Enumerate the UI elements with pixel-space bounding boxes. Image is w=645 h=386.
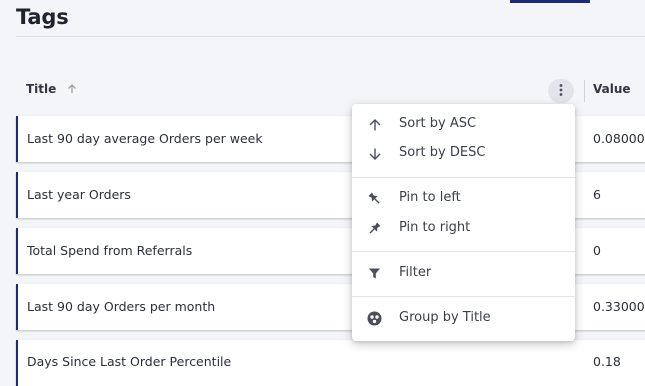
menu-divider bbox=[352, 296, 575, 297]
row-title: Last 90 day Orders per month bbox=[27, 299, 216, 314]
row-value: 0 bbox=[593, 243, 601, 258]
more-vertical-icon bbox=[559, 82, 563, 101]
menu-item-label: Pin to left bbox=[399, 190, 461, 205]
group-icon bbox=[366, 310, 383, 327]
active-tab-indicator bbox=[510, 0, 590, 3]
menu-item-filter[interactable]: Filter bbox=[352, 259, 575, 287]
table-row[interactable]: Days Since Last Order Percentile 0.18 bbox=[16, 340, 645, 386]
sort-ascending-icon[interactable] bbox=[66, 83, 78, 95]
menu-item-label: Sort by DESC bbox=[399, 145, 486, 160]
menu-item-label: Sort by ASC bbox=[399, 116, 477, 131]
grid-header: Title Value bbox=[16, 78, 645, 104]
column-separator[interactable] bbox=[584, 80, 585, 102]
menu-item-sort-asc[interactable]: Sort by ASC bbox=[352, 110, 575, 138]
row-title: Last 90 day average Orders per week bbox=[27, 131, 263, 146]
pin-left-icon bbox=[366, 190, 383, 207]
row-title: Total Spend from Referrals bbox=[27, 243, 193, 258]
pin-right-icon bbox=[366, 220, 383, 237]
column-menu: Sort by ASC Sort by DESC Pin to left Pin… bbox=[352, 104, 575, 341]
menu-item-sort-desc[interactable]: Sort by DESC bbox=[352, 139, 575, 167]
filter-icon bbox=[366, 265, 383, 282]
menu-item-label: Group by Title bbox=[399, 310, 491, 325]
row-title: Days Since Last Order Percentile bbox=[27, 354, 232, 369]
row-title: Last year Orders bbox=[27, 187, 131, 202]
row-value: 0.33000 bbox=[593, 299, 645, 314]
title-divider bbox=[16, 36, 645, 37]
row-value: 0.18 bbox=[593, 354, 621, 369]
menu-item-pin-left[interactable]: Pin to left bbox=[352, 184, 575, 212]
menu-item-label: Filter bbox=[399, 265, 432, 280]
menu-item-pin-right[interactable]: Pin to right bbox=[352, 214, 575, 242]
arrow-down-icon bbox=[366, 145, 383, 162]
page-title: Tags bbox=[16, 5, 69, 29]
row-value: 0.08000 bbox=[593, 131, 645, 146]
menu-divider bbox=[352, 177, 575, 178]
menu-item-label: Pin to right bbox=[399, 220, 471, 235]
column-header-title[interactable]: Title bbox=[26, 82, 78, 96]
row-value: 6 bbox=[593, 187, 601, 202]
column-menu-button[interactable] bbox=[548, 79, 574, 103]
menu-item-group-by[interactable]: Group by Title bbox=[352, 304, 575, 332]
arrow-up-icon bbox=[366, 116, 383, 133]
column-header-value[interactable]: Value bbox=[593, 82, 631, 96]
menu-divider bbox=[352, 251, 575, 252]
column-header-title-label: Title bbox=[26, 82, 57, 96]
